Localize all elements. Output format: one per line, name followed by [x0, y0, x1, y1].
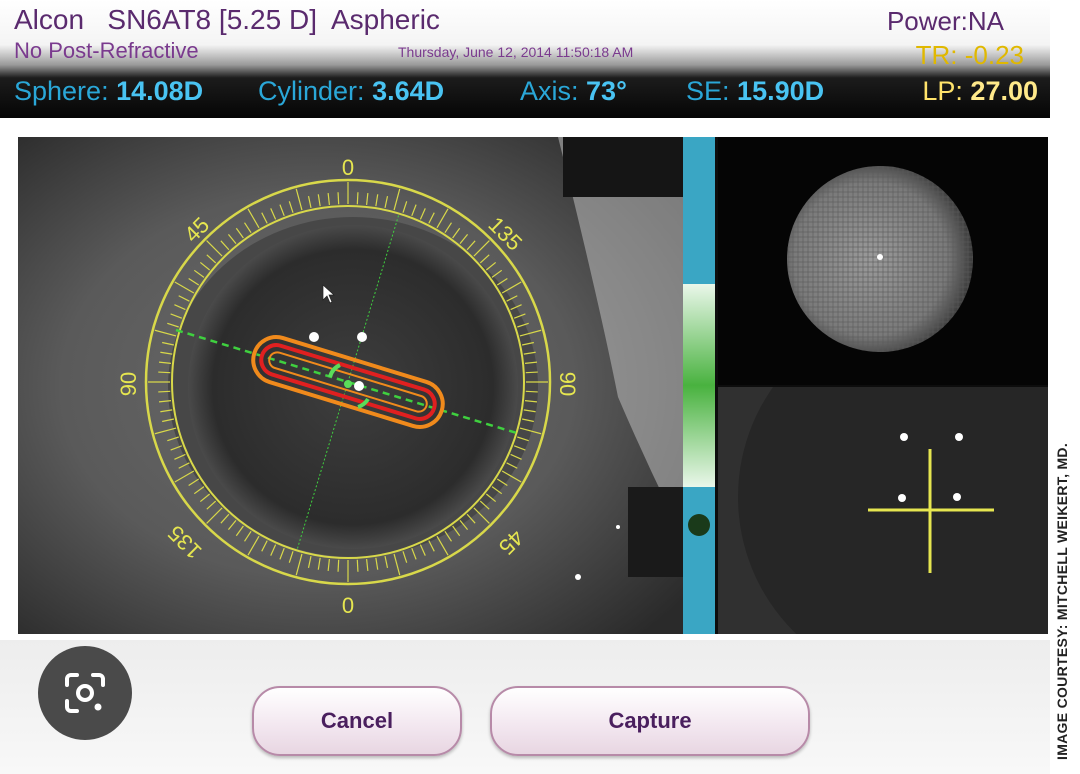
dial-tick: [158, 390, 171, 393]
power-readout: Power:NA: [886, 6, 1004, 36]
tr-readout: TR: -0.23: [915, 40, 1024, 70]
measurement-header: Alcon SN6AT8 [5.25 D] Aspheric No Post-R…: [0, 0, 1050, 118]
lens-search-button[interactable]: [38, 646, 132, 740]
dial-tick: [337, 192, 340, 205]
reflection-dot: [354, 381, 364, 391]
dial-tick: [525, 390, 538, 393]
dial-label-90-left: 90: [116, 372, 141, 396]
se-label: SE:: [686, 76, 730, 106]
axis-label: Axis:: [520, 76, 579, 106]
axis-readout: Axis: 73°: [520, 76, 627, 107]
lens-type-label: Aspheric: [330, 4, 440, 35]
instrument-shadow: [628, 487, 683, 577]
dial-label-bottom: 0: [342, 593, 354, 618]
sphere-label: Sphere:: [14, 76, 109, 106]
se-readout: SE: 15.90D: [686, 76, 824, 107]
alignment-panel: [718, 307, 1048, 634]
sphere-value: 14.08D: [116, 76, 204, 106]
lp-readout: LP: 27.00: [922, 76, 1038, 107]
cylinder-label: Cylinder:: [258, 76, 365, 106]
imaging-view: 0 45 135 90 90 135 45 0: [18, 137, 1048, 634]
lens-title: Alcon SN6AT8 [5.25 D] Aspheric: [14, 4, 440, 36]
center-marker: [344, 380, 352, 388]
cancel-button[interactable]: Cancel: [252, 686, 462, 756]
pupil: [188, 225, 518, 549]
alignment-dot: [955, 433, 963, 441]
reflection-dot: [357, 332, 367, 342]
dial-tick: [525, 371, 538, 374]
keratometry-panel: [718, 137, 1048, 385]
lens-model-label: SN6AT8 [5.25 D]: [107, 4, 317, 35]
dial-tick: [356, 192, 359, 205]
alignment-image: [738, 307, 1048, 634]
se-value: 15.90D: [737, 76, 825, 106]
camera-lens-search-icon: [65, 673, 105, 713]
speculum-shadow: [563, 137, 683, 197]
capture-button[interactable]: Capture: [490, 686, 810, 756]
dial-tick: [356, 559, 359, 572]
placido-center-dot: [877, 254, 883, 260]
image-credit: IMAGE COURTESY: MITCHELL WEIKERT, MD.: [1054, 442, 1070, 760]
lp-label: LP:: [922, 76, 963, 106]
keratometry-image: [787, 166, 973, 352]
focus-indicator-bar: [683, 137, 715, 634]
dial-label-top: 0: [342, 155, 354, 180]
brand-label: Alcon: [14, 4, 85, 35]
dial-tick: [337, 559, 340, 572]
alignment-dot: [900, 433, 908, 441]
post-refractive-label: No Post-Refractive: [14, 38, 199, 63]
alignment-dot: [953, 493, 961, 501]
lp-value: 27.00: [970, 76, 1038, 106]
reflection-dot: [575, 574, 581, 580]
cylinder-readout: Cylinder: 3.64D: [258, 76, 444, 107]
axis-value: 73°: [586, 76, 627, 106]
dial-label-90-right: 90: [555, 372, 580, 396]
sphere-readout: Sphere: 14.08D: [14, 76, 203, 107]
reflection-dot: [616, 525, 620, 529]
timestamp: Thursday, June 12, 2014 11:50:18 AM: [398, 44, 634, 60]
eye-image[interactable]: 0 45 135 90 90 135 45 0: [18, 137, 683, 634]
reflection-dot: [309, 332, 319, 342]
dial-tick: [158, 371, 171, 374]
focus-indicator-dot: [688, 514, 710, 536]
focus-indicator-window: [683, 284, 715, 536]
alignment-dot: [898, 494, 906, 502]
cylinder-value: 3.64D: [372, 76, 445, 106]
